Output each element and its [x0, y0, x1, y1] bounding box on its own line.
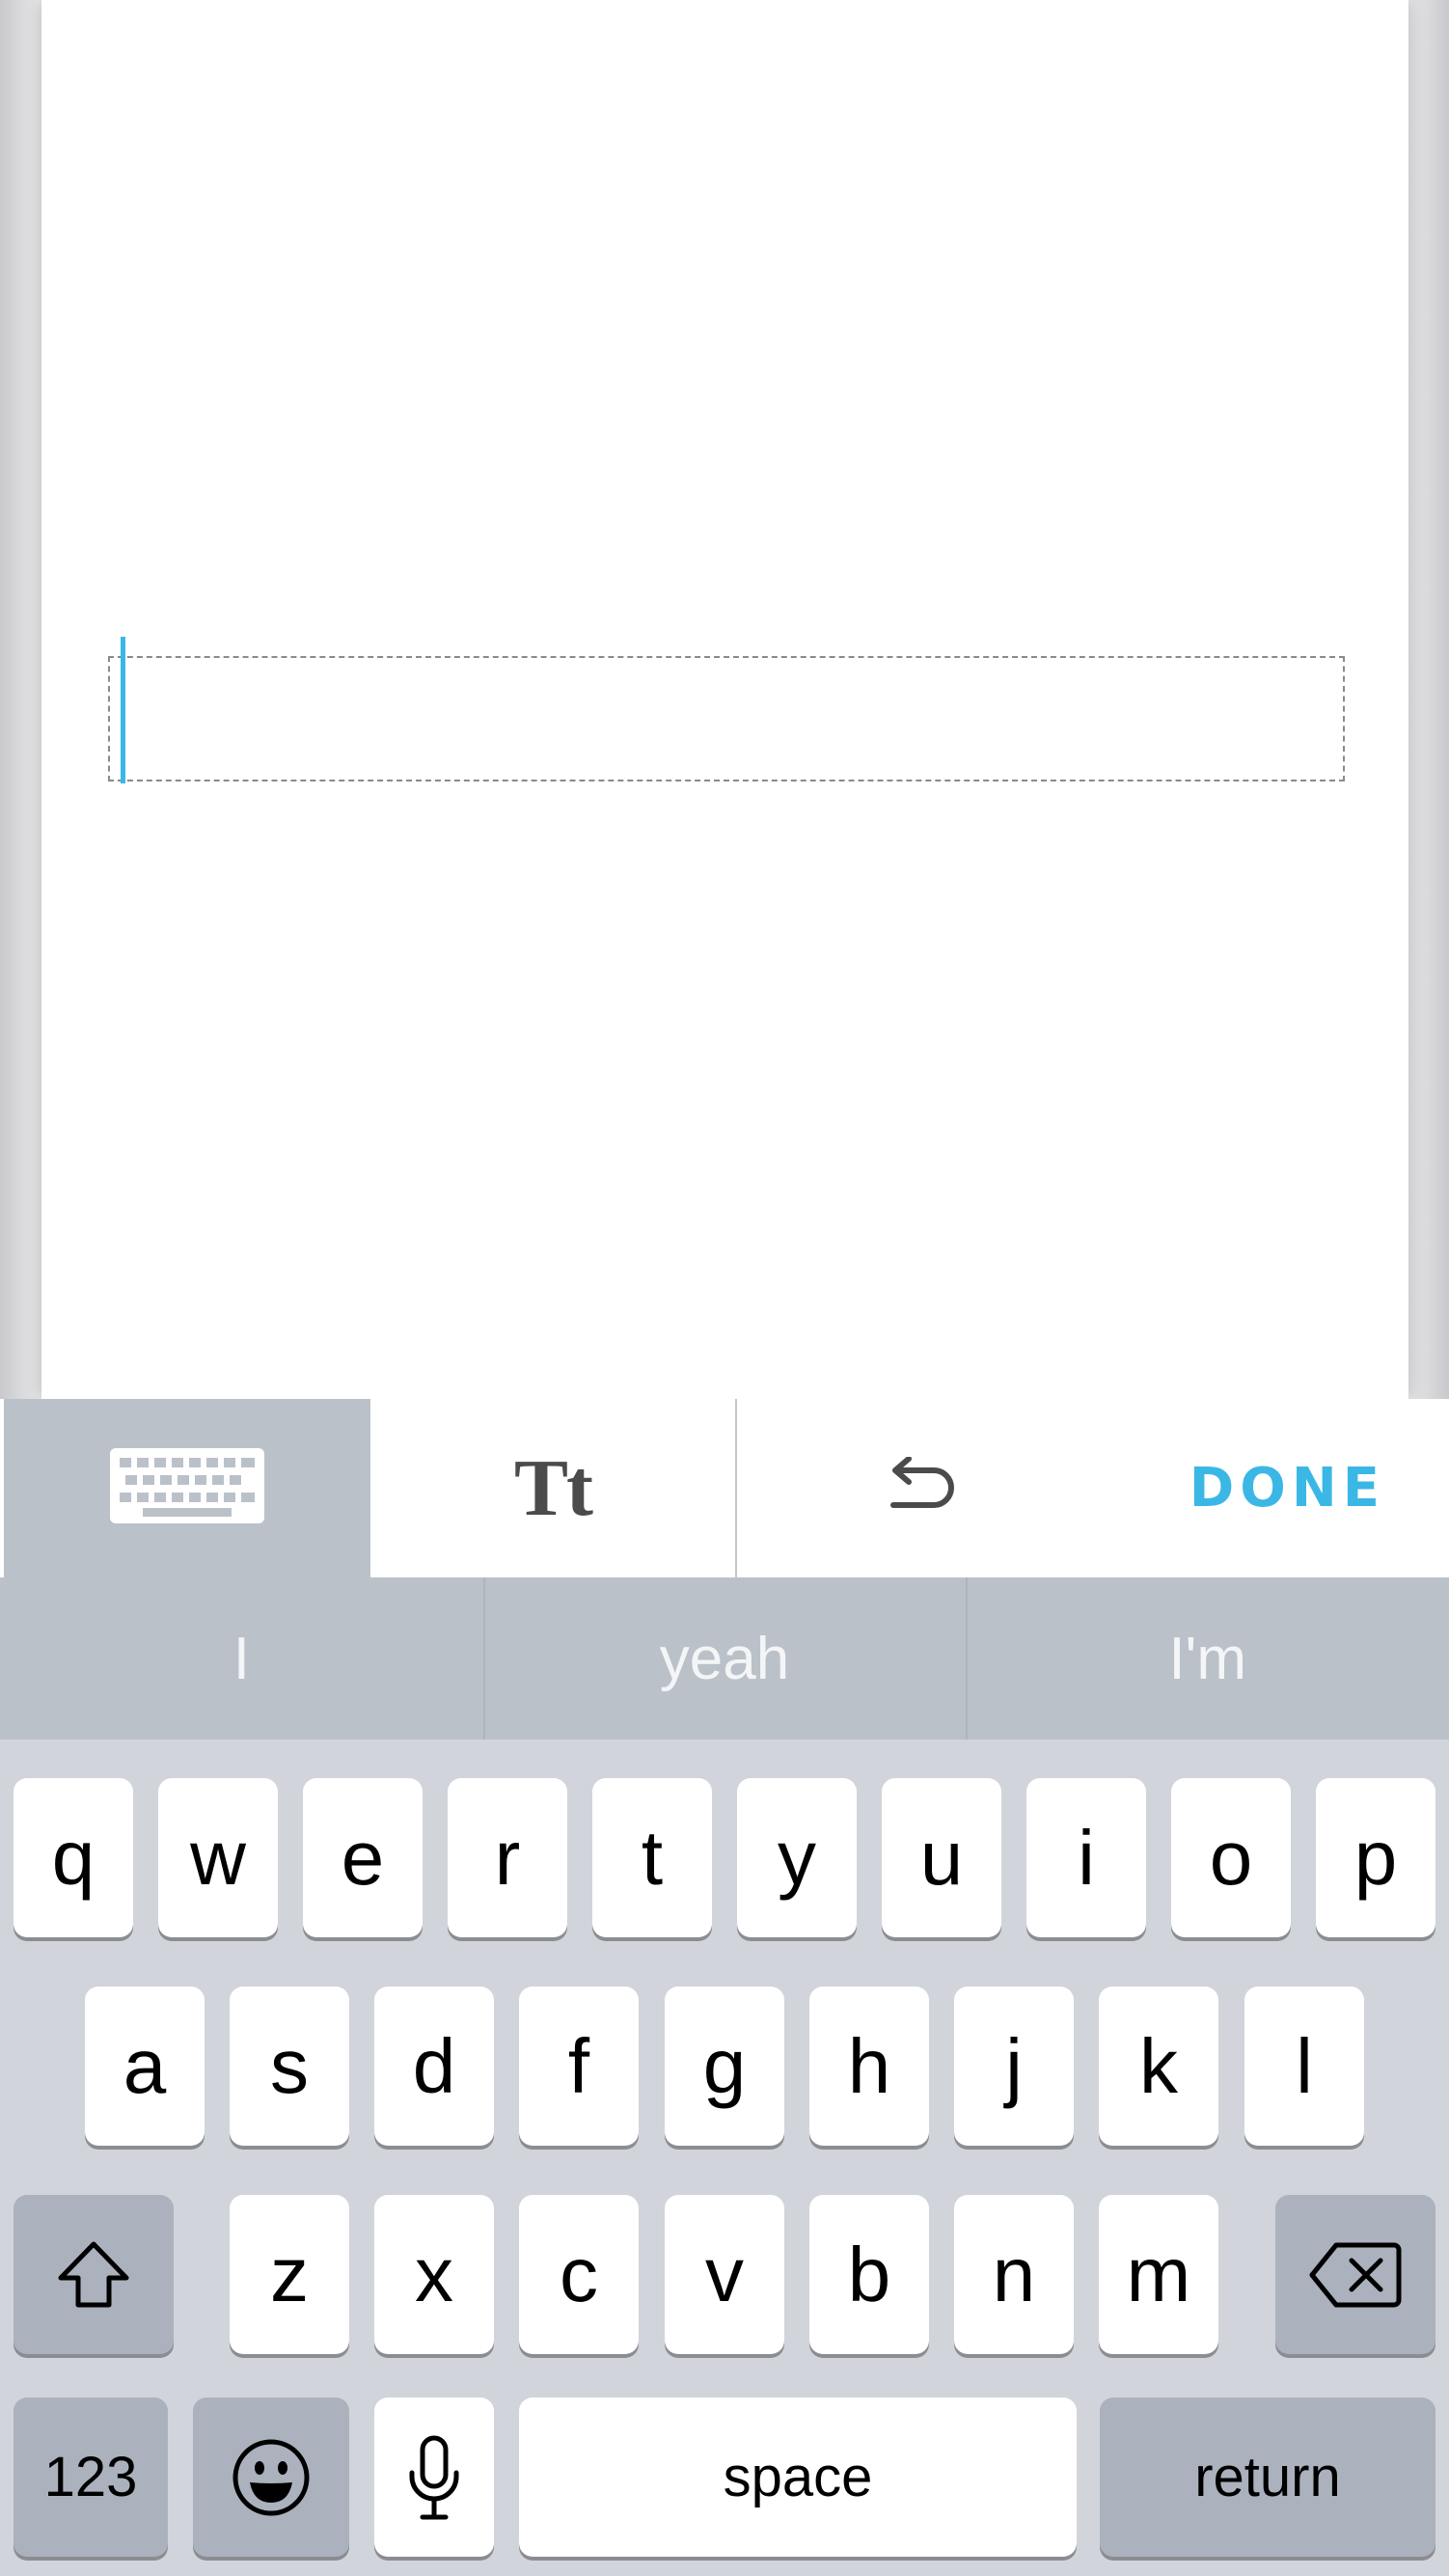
emoji-key[interactable]: [193, 2398, 349, 2557]
key-o[interactable]: o: [1171, 1778, 1291, 1937]
key-l[interactable]: l: [1244, 1987, 1364, 2146]
text-style-button[interactable]: Tt: [370, 1399, 737, 1577]
key-m[interactable]: m: [1099, 2195, 1218, 2354]
key-x[interactable]: x: [374, 2195, 494, 2354]
emoji-icon: [231, 2437, 312, 2518]
key-a[interactable]: a: [85, 1987, 205, 2146]
key-p[interactable]: p: [1316, 1778, 1435, 1937]
key-q[interactable]: q: [14, 1778, 133, 1937]
key-h[interactable]: h: [809, 1987, 929, 2146]
delete-icon: [1309, 2241, 1402, 2309]
prediction-suggestion[interactable]: I'm: [966, 1577, 1449, 1740]
prediction-suggestion[interactable]: yeah: [482, 1577, 967, 1740]
text-cursor: [121, 637, 125, 783]
done-label: DONE: [1189, 1457, 1385, 1520]
undo-icon: [884, 1456, 957, 1520]
key-s[interactable]: s: [230, 1987, 349, 2146]
app-root: Tt DONE I yeah I'm q w e r t y u i o p a…: [0, 0, 1449, 2576]
key-t[interactable]: t: [592, 1778, 712, 1937]
key-k[interactable]: k: [1099, 1987, 1218, 2146]
prediction-bar: I yeah I'm: [0, 1577, 1449, 1740]
keyboard-toggle-button[interactable]: [4, 1399, 370, 1577]
prediction-suggestion[interactable]: I: [0, 1577, 483, 1740]
onscreen-keyboard: q w e r t y u i o p a s d f g h j k l z …: [0, 1740, 1449, 2576]
microphone-icon: [407, 2434, 461, 2521]
key-z[interactable]: z: [230, 2195, 349, 2354]
key-u[interactable]: u: [882, 1778, 1001, 1937]
delete-key[interactable]: [1275, 2195, 1435, 2354]
key-d[interactable]: d: [374, 1987, 494, 2146]
key-c[interactable]: c: [519, 2195, 639, 2354]
key-r[interactable]: r: [448, 1778, 567, 1937]
key-j[interactable]: j: [954, 1987, 1074, 2146]
editor-toolbar: Tt DONE: [0, 1399, 1449, 1577]
numbers-key[interactable]: 123: [14, 2398, 168, 2557]
canvas-area: [0, 0, 1449, 1399]
done-button[interactable]: DONE: [1104, 1399, 1449, 1577]
shift-icon: [55, 2239, 132, 2311]
microphone-key[interactable]: [374, 2398, 494, 2557]
text-box[interactable]: [108, 656, 1345, 781]
key-e[interactable]: e: [303, 1778, 423, 1937]
return-key[interactable]: return: [1100, 2398, 1435, 2557]
key-g[interactable]: g: [665, 1987, 784, 2146]
text-style-label: Tt: [514, 1443, 593, 1533]
key-w[interactable]: w: [158, 1778, 278, 1937]
key-n[interactable]: n: [954, 2195, 1074, 2354]
key-v[interactable]: v: [665, 2195, 784, 2354]
shift-key[interactable]: [14, 2195, 174, 2354]
key-i[interactable]: i: [1026, 1778, 1146, 1937]
key-y[interactable]: y: [737, 1778, 857, 1937]
key-b[interactable]: b: [809, 2195, 929, 2354]
keyboard-icon: [110, 1448, 264, 1528]
space-key[interactable]: space: [519, 2398, 1077, 2557]
undo-button[interactable]: [737, 1399, 1104, 1577]
key-f[interactable]: f: [519, 1987, 639, 2146]
